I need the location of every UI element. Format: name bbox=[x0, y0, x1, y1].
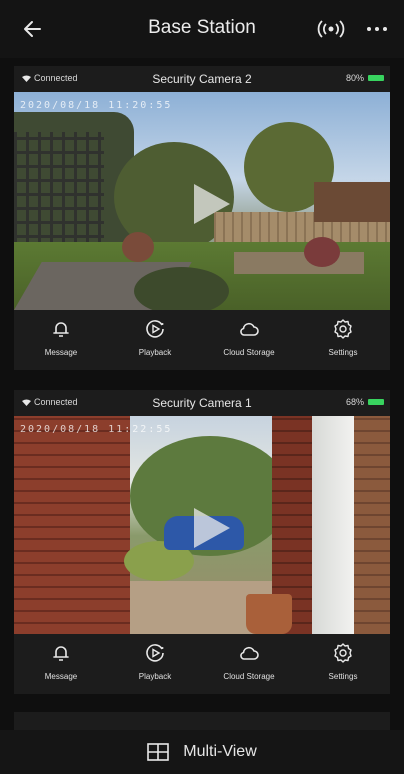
message-label: Message bbox=[44, 348, 78, 357]
playback-label: Playback bbox=[138, 348, 172, 357]
arrow-left-icon[interactable] bbox=[18, 14, 48, 44]
multi-view-label: Multi-View bbox=[183, 743, 257, 760]
gear-icon bbox=[334, 643, 352, 663]
camera-name: Security Camera 1 bbox=[152, 396, 252, 410]
settings-button[interactable]: Settings bbox=[296, 634, 390, 694]
battery-percent: 68% bbox=[345, 397, 364, 407]
playback-button[interactable]: Playback bbox=[108, 634, 202, 694]
play-icon[interactable] bbox=[192, 506, 232, 550]
cloud-icon bbox=[240, 322, 259, 336]
settings-label: Settings bbox=[328, 672, 358, 681]
camera-card-header: Connected Security Camera 1 68% bbox=[14, 390, 390, 416]
playback-button[interactable]: Playback bbox=[108, 310, 202, 370]
camera-video-feed[interactable]: 2020/08/18 11:20:55 bbox=[14, 92, 390, 310]
app-header: Base Station bbox=[0, 0, 404, 58]
battery-icon bbox=[368, 399, 384, 405]
cloud-storage-button[interactable]: Cloud Storage bbox=[202, 310, 296, 370]
gear-icon bbox=[334, 319, 352, 339]
cloud-storage-label: Cloud Storage bbox=[223, 348, 275, 357]
bell-icon bbox=[53, 322, 69, 337]
bell-icon bbox=[53, 646, 69, 661]
video-timestamp: 2020/08/18 11:22:55 bbox=[20, 424, 173, 435]
battery-indicator: 68% bbox=[346, 397, 384, 407]
settings-button[interactable]: Settings bbox=[296, 310, 390, 370]
playback-icon bbox=[146, 320, 164, 338]
message-button[interactable]: Message bbox=[14, 634, 108, 694]
playback-icon bbox=[146, 644, 164, 662]
cloud-storage-button[interactable]: Cloud Storage bbox=[202, 634, 296, 694]
camera-card: Connected Security Camera 2 80% 2020/08/… bbox=[14, 66, 390, 370]
camera-card: Connected Security Camera 1 68% 2020/08/… bbox=[14, 390, 390, 694]
grid-view-icon bbox=[147, 743, 170, 761]
wireless-signal-icon[interactable] bbox=[316, 16, 346, 42]
playback-label: Playback bbox=[138, 672, 172, 681]
message-label: Message bbox=[44, 672, 78, 681]
multi-view-button[interactable]: Multi-View bbox=[0, 730, 404, 774]
play-icon[interactable] bbox=[192, 182, 232, 226]
cloud-icon bbox=[240, 646, 259, 660]
message-button[interactable]: Message bbox=[14, 310, 108, 370]
cloud-storage-label: Cloud Storage bbox=[223, 672, 275, 681]
more-horizontal-icon[interactable] bbox=[362, 16, 392, 42]
camera-actions: Message Playback Cloud Storage Settings bbox=[14, 310, 390, 370]
video-timestamp: 2020/08/18 11:20:55 bbox=[20, 100, 173, 111]
camera-video-feed[interactable]: 2020/08/18 11:22:55 bbox=[14, 416, 390, 634]
camera-name: Security Camera 2 bbox=[152, 72, 252, 86]
battery-indicator: 80% bbox=[346, 73, 384, 83]
camera-card-header: Connected Security Camera 2 80% bbox=[14, 66, 390, 92]
battery-icon bbox=[368, 75, 384, 81]
camera-actions: Message Playback Cloud Storage Settings bbox=[14, 634, 390, 694]
battery-percent: 80% bbox=[345, 73, 364, 83]
settings-label: Settings bbox=[328, 348, 358, 357]
